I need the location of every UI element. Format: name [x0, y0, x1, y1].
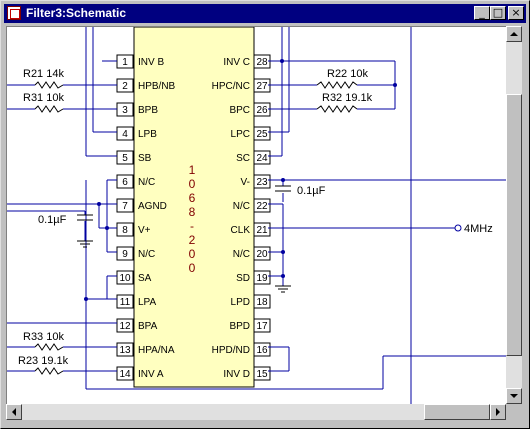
window-title: Filter3:Schematic [26, 6, 127, 20]
pin-name: SC [236, 153, 250, 164]
pin-number: 3 [122, 105, 128, 116]
horizontal-scroll-thumb[interactable] [424, 404, 490, 420]
pin-name: SD [236, 273, 250, 284]
pin-name: CLK [231, 225, 251, 236]
pin-number: 28 [256, 57, 268, 68]
pin-number: 6 [122, 177, 128, 188]
pin-name: INV B [138, 57, 164, 68]
pin-name: LPD [231, 297, 250, 308]
clock-port-icon[interactable] [454, 224, 462, 232]
pin-name: LPA [138, 297, 156, 308]
pin-name: N/C [138, 177, 155, 188]
pin-name: BPC [229, 105, 250, 116]
r32-label: R32 19.1k [322, 92, 373, 104]
pin-number: 5 [122, 153, 128, 164]
chip-part-char: 1 [189, 163, 196, 177]
scroll-down-button[interactable] [506, 388, 522, 404]
pin-name: HPA/NA [138, 345, 175, 356]
pin-number: 11 [120, 297, 131, 308]
cap-left-label: 0.1µF [38, 214, 67, 226]
r23-label: R23 19.1k [18, 355, 69, 367]
pin-name: HPD/ND [212, 345, 250, 356]
pin-name: V+ [138, 225, 151, 236]
pin-name: INV A [138, 369, 164, 380]
schematic-canvas[interactable]: 1 INV B 2 HPB/NB 3 BPB 4 LPB 5 SB 6 N/C 7 AGND 8 V+ 9 N/C… [6, 26, 507, 405]
horizontal-scrollbar[interactable] [6, 404, 506, 420]
pin-number: 17 [256, 321, 268, 332]
pin-number: 10 [119, 273, 131, 284]
pin-name: INV C [223, 57, 250, 68]
scroll-left-button[interactable] [6, 404, 22, 420]
pin-name: SA [138, 273, 152, 284]
maximize-button[interactable]: □ [490, 6, 506, 20]
pin-number: 21 [256, 225, 268, 236]
r31-label: R31 10k [23, 92, 64, 104]
r33-label: R33 10k [23, 331, 64, 343]
pin-number: 16 [256, 345, 268, 356]
pin-name: HPC/NC [212, 81, 250, 92]
pin-name: N/C [233, 201, 250, 212]
chip-part-char: 0 [189, 247, 196, 261]
pin-number: 23 [256, 177, 268, 188]
chip-part-char: - [190, 219, 194, 233]
pin-number: 7 [122, 201, 128, 212]
pin-number: 8 [122, 225, 128, 236]
chip-part-char: 8 [189, 205, 196, 219]
pin-number: 4 [122, 129, 128, 140]
pin-number: 25 [256, 129, 268, 140]
pin-name: N/C [233, 249, 250, 260]
minimize-button[interactable]: _ [474, 6, 490, 20]
pin-number: 12 [119, 321, 131, 332]
vertical-scroll-thumb[interactable] [506, 94, 522, 356]
chip-part-char: 2 [189, 233, 196, 247]
schematic-window: Filter3:Schematic _ □ × 1 INV B 2 HPB/NB 3 BP… [0, 0, 530, 429]
pin-number: 19 [256, 273, 268, 284]
scroll-right-button[interactable] [490, 404, 506, 420]
cap-right-label: 0.1µF [297, 185, 326, 197]
chip-part-char: 0 [189, 177, 196, 191]
pin-number: 22 [256, 201, 268, 212]
schematic-app-icon[interactable] [7, 6, 21, 20]
close-button[interactable]: × [508, 6, 524, 20]
pin-name: HPB/NB [138, 81, 176, 92]
pin-name: N/C [138, 249, 155, 260]
vertical-scrollbar[interactable] [506, 26, 522, 404]
pin-number: 24 [256, 153, 268, 164]
scroll-up-button[interactable] [506, 26, 522, 42]
clock-port-label: 4MHz [464, 223, 493, 235]
pin-number: 13 [119, 345, 131, 356]
pin-number: 9 [122, 249, 128, 260]
pin-name: BPB [138, 105, 158, 116]
scrollbar-corner [506, 404, 522, 420]
pin-name: BPD [229, 321, 250, 332]
pin-number: 26 [256, 105, 268, 116]
pin-number: 27 [256, 81, 268, 92]
pin-name: V- [241, 177, 250, 188]
pin-number: 2 [122, 81, 128, 92]
pin-name: AGND [138, 201, 167, 212]
pin-number: 15 [256, 369, 268, 380]
pin-number: 20 [256, 249, 268, 260]
chip-part-char: 6 [189, 191, 196, 205]
pin-name: INV D [223, 369, 250, 380]
pin-number: 14 [119, 369, 131, 380]
pin-name: LPC [231, 129, 250, 140]
pin-number: 18 [256, 297, 268, 308]
pin-name: BPA [138, 321, 158, 332]
title-bar[interactable]: Filter3:Schematic _ □ × [4, 4, 526, 23]
r21-label: R21 14k [23, 68, 64, 80]
pin-name: LPB [138, 129, 157, 140]
r22-label: R22 10k [327, 68, 368, 80]
chip-part-char: 0 [189, 261, 196, 275]
pin-number: 1 [122, 57, 128, 68]
pin-name: SB [138, 153, 152, 164]
